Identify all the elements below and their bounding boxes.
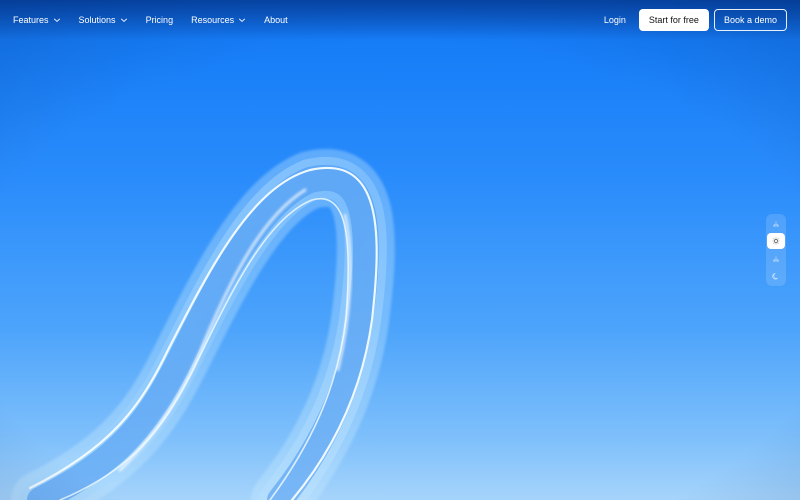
nav-item-solutions[interactable]: Solutions: [79, 15, 128, 25]
nav-item-label: About: [264, 15, 288, 25]
nav-item-about[interactable]: About: [264, 15, 288, 25]
nav-item-features[interactable]: Features: [13, 15, 61, 25]
theme-option-sunset[interactable]: [767, 251, 785, 267]
hero-glass-ribbon: [11, 149, 395, 500]
nav-actions: Login Start for free Book a demo: [604, 9, 787, 31]
start-for-free-button[interactable]: Start for free: [638, 9, 709, 31]
sunrise-icon: [773, 221, 779, 227]
theme-option-sunrise[interactable]: [767, 216, 785, 232]
moon-icon: [772, 273, 778, 280]
chevron-down-icon: [120, 18, 127, 23]
nav-item-label: Features: [13, 15, 49, 25]
chevron-down-icon: [239, 18, 246, 23]
nav-item-label: Pricing: [145, 15, 174, 25]
nav-item-label: Resources: [191, 15, 235, 25]
nav-item-label: Solutions: [78, 15, 116, 25]
sunset-icon: [773, 256, 779, 262]
nav-item-pricing[interactable]: Pricing: [146, 15, 174, 25]
theme-switcher: [766, 214, 786, 286]
nav-item-resources[interactable]: Resources: [191, 15, 246, 25]
theme-option-day[interactable]: [767, 233, 785, 250]
top-navigation: Features Solutions Pricing Resources Abo…: [0, 0, 800, 40]
sun-icon: [772, 237, 780, 245]
login-link[interactable]: Login: [604, 15, 626, 25]
nav-links: Features Solutions Pricing Resources Abo…: [13, 15, 306, 25]
book-a-demo-button[interactable]: Book a demo: [713, 9, 787, 31]
chevron-down-icon: [53, 18, 60, 23]
theme-option-night[interactable]: [767, 268, 785, 284]
